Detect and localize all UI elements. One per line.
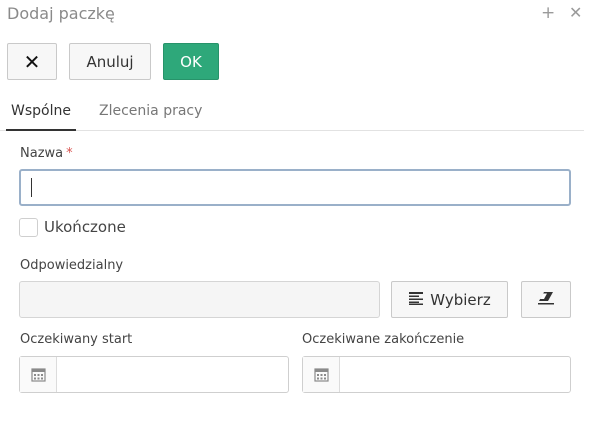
expected-end-input[interactable] (340, 357, 570, 392)
tab-common[interactable]: Wspólne (11, 103, 71, 130)
name-label-text: Nazwa (20, 146, 64, 161)
text-caret (31, 178, 32, 197)
ok-button[interactable]: OK (163, 43, 219, 80)
name-field[interactable] (19, 169, 571, 206)
list-icon (408, 291, 424, 309)
choose-button[interactable]: Wybierz (391, 281, 508, 318)
close-button[interactable]: ✕ (7, 43, 57, 80)
title-bar: Dodaj paczkę + ✕ (0, 0, 594, 30)
responsible-label: Odpowiedzialny (20, 258, 124, 273)
choose-label: Wybierz (430, 290, 491, 309)
expected-start-label: Oczekiwany start (20, 332, 133, 347)
close-icon: ✕ (23, 49, 41, 74)
active-tab-indicator (6, 129, 76, 131)
completed-checkbox[interactable] (19, 218, 38, 237)
expected-start-date[interactable] (19, 356, 289, 393)
completed-label[interactable]: Ukończone (44, 218, 126, 236)
plus-icon[interactable]: + (541, 3, 555, 23)
close-window-icon[interactable]: ✕ (569, 3, 582, 23)
responsible-field[interactable] (19, 281, 380, 318)
tab-bar: Wspólne Zlecenia pracy (0, 96, 584, 131)
expected-end-label: Oczekiwane zakończenie (302, 332, 465, 347)
calendar-icon[interactable] (20, 357, 57, 392)
cancel-button[interactable]: Anuluj (69, 43, 151, 80)
name-label: Nazwa * (20, 146, 73, 161)
eraser-icon (537, 291, 555, 309)
window-title: Dodaj paczkę (7, 4, 115, 23)
expected-end-date[interactable] (302, 356, 571, 393)
expected-start-input[interactable] (57, 357, 288, 392)
clear-button[interactable] (521, 281, 571, 318)
required-mark: * (66, 146, 73, 161)
tab-work-orders[interactable]: Zlecenia pracy (99, 103, 202, 130)
calendar-icon[interactable] (303, 357, 340, 392)
